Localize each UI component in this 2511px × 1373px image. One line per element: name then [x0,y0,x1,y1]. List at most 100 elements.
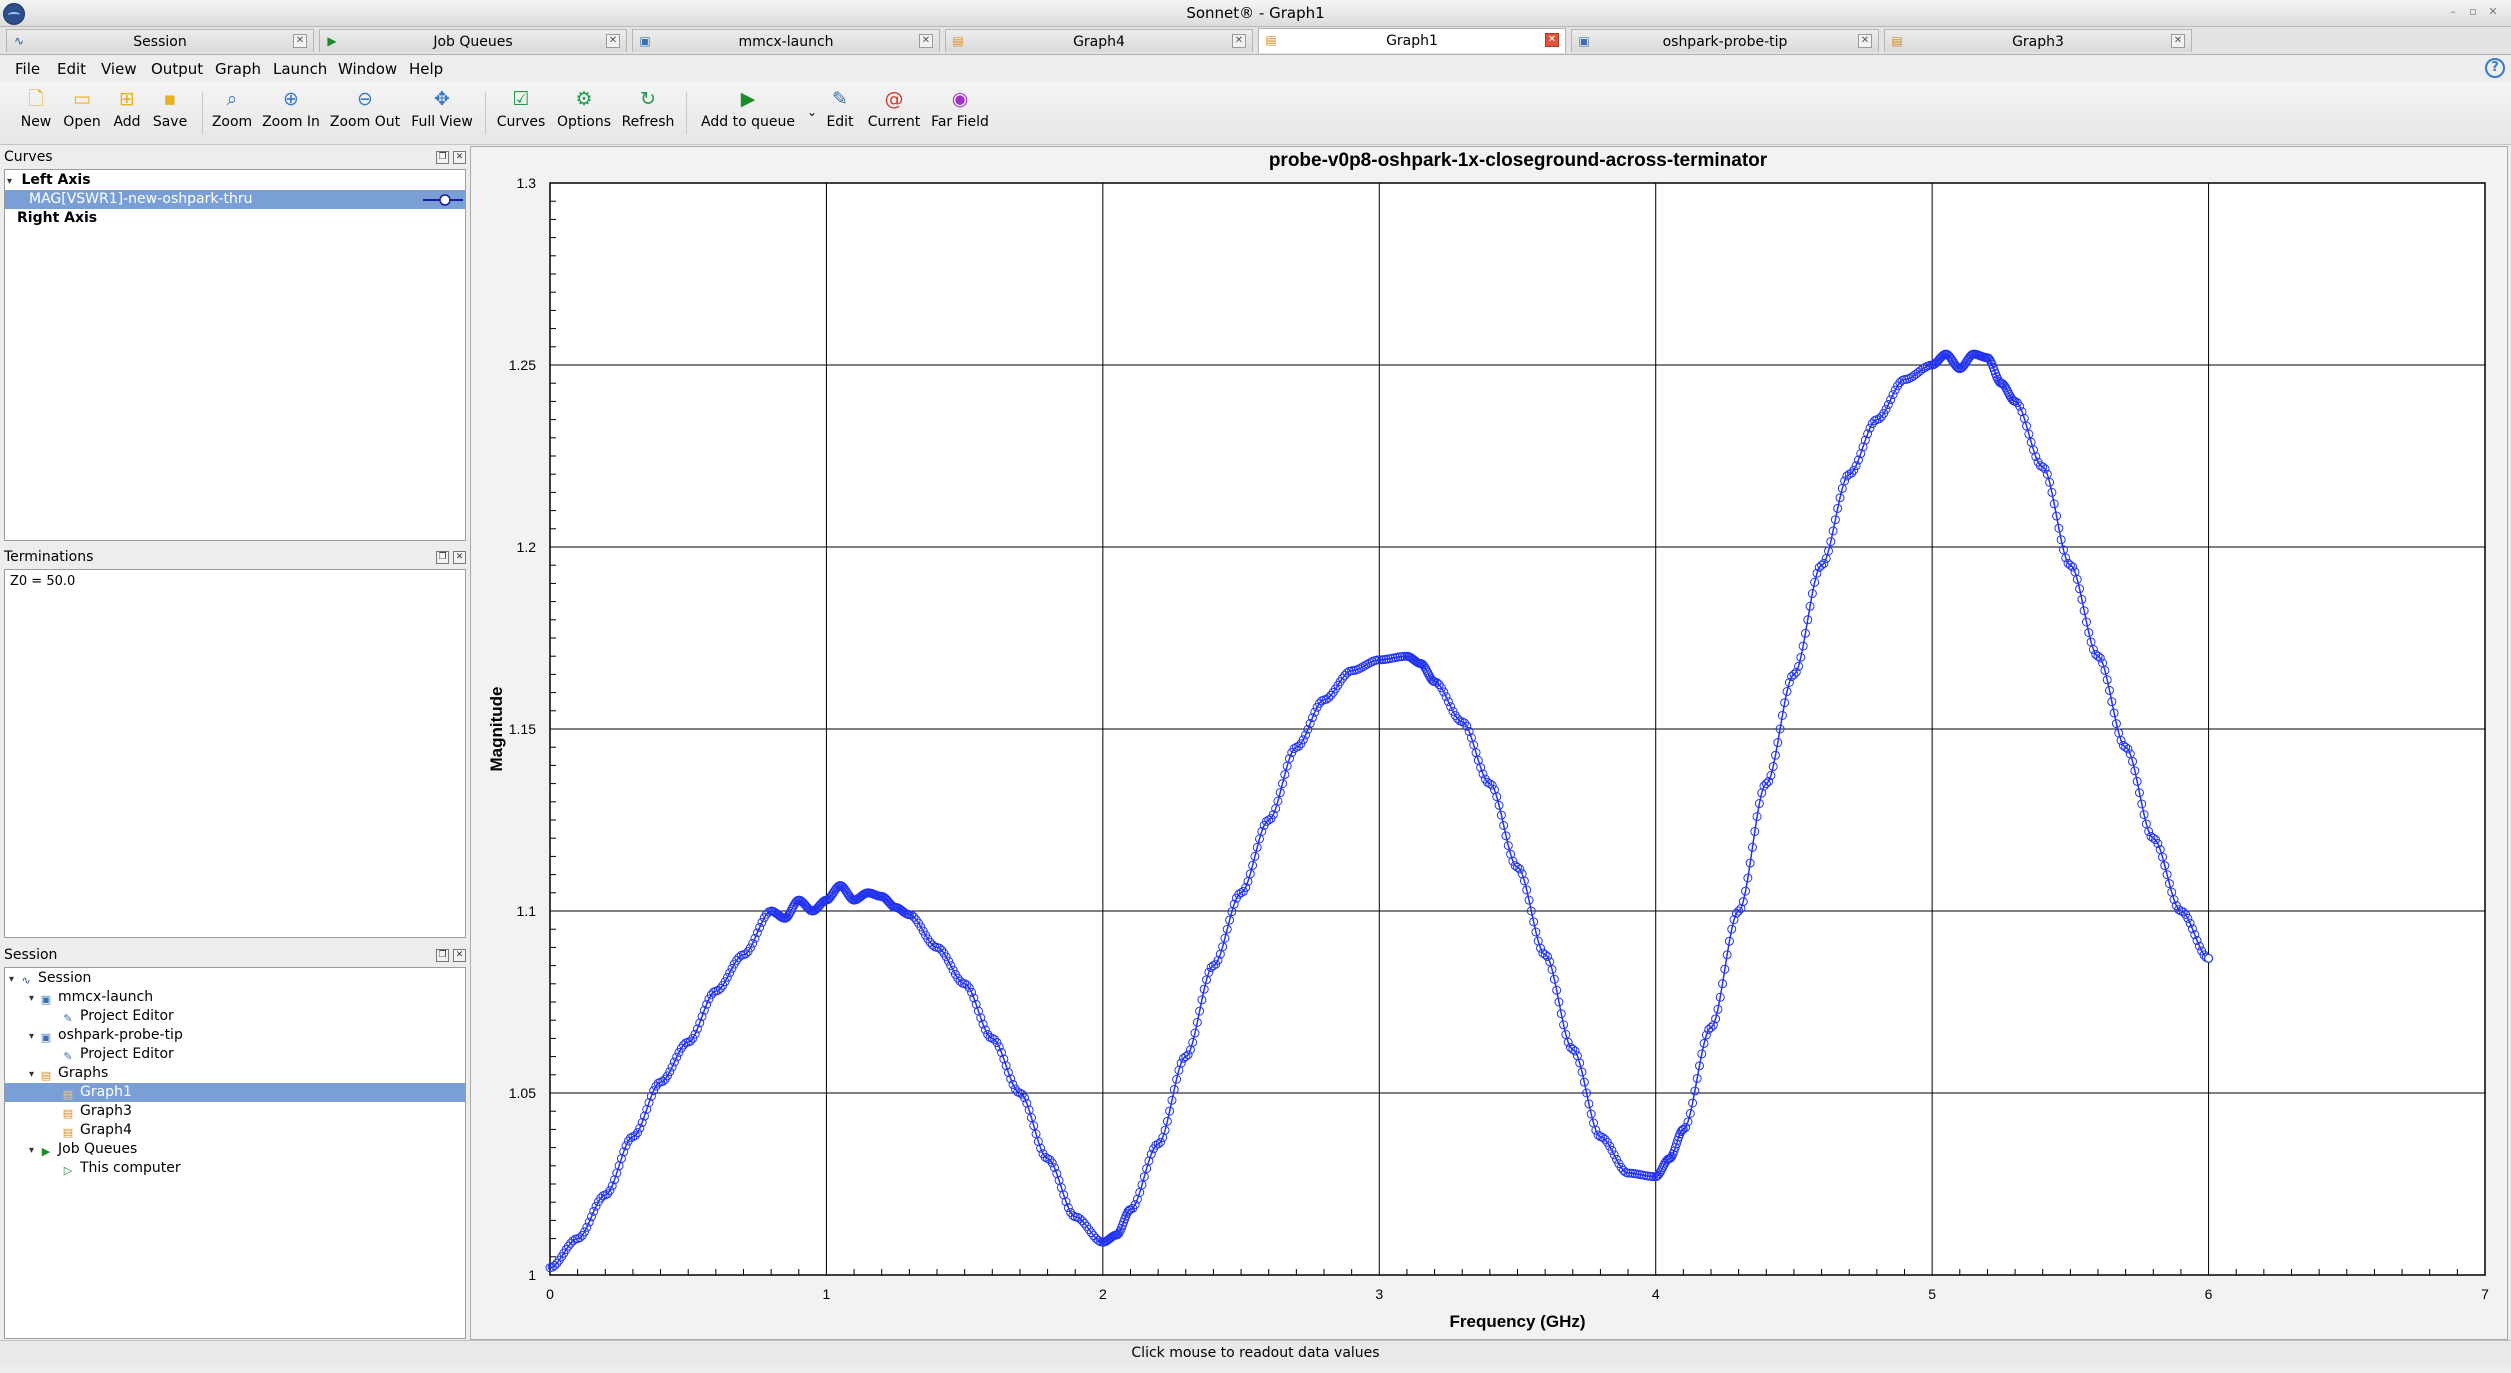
add-label: Add [113,114,141,130]
y-tick-label: 1.1 [517,903,537,919]
menu-graph[interactable]: Graph [215,60,261,78]
new-button[interactable]: 🗋 New [18,88,54,130]
end-marker [2203,953,2214,963]
add-to-queue-button[interactable]: ▶ Add to queue [698,88,798,130]
tab-label: Graph3 [2012,34,2064,50]
current-label: Current [867,114,921,130]
tab-job-queues[interactable]: ▶ Job Queues ✕ [319,29,627,52]
close-tab-icon[interactable]: ✕ [606,34,620,48]
tree-label: Graph3 [80,1103,132,1119]
expand-triangle-icon[interactable]: ▾ [29,1141,39,1160]
float-panel-icon[interactable]: ❐ [436,949,449,962]
tree-item-oshpark-probe-tip[interactable]: ▾ ▣ oshpark-probe-tip [29,1026,183,1045]
close-tab-icon[interactable]: ✕ [919,34,933,48]
full-view-button[interactable]: ✥ Full View [409,88,475,130]
zoom-in-button[interactable]: ⊕ Zoom In [260,88,322,130]
curves-button[interactable]: ☑ Curves [494,88,548,130]
far-field-label: Far Field [931,114,989,130]
options-button[interactable]: ⚙ Options [554,88,614,130]
close-tab-icon[interactable]: ✕ [1232,34,1246,48]
open-button[interactable]: ▭ Open [62,88,102,130]
float-panel-icon[interactable]: ❐ [436,151,449,164]
tree-item-this-computer[interactable]: ▷ This computer [61,1159,181,1178]
tab-graph4[interactable]: ▤ Graph4 ✕ [945,29,1253,52]
y-tick-label: 1.25 [509,357,536,373]
close-tab-icon[interactable]: ✕ [1858,34,1872,48]
menu-output[interactable]: Output [151,60,203,78]
em-queue-icon: ▶ [41,1145,51,1158]
menu-window[interactable]: Window [338,60,397,78]
current-button[interactable]: @ Current [866,88,922,130]
close-window-icon[interactable]: ✕ [2487,6,2499,17]
terminations-panel-title: Terminations [4,549,94,565]
tab-session[interactable]: ∿ Session ✕ [6,29,314,52]
tree-label: Graphs [58,1065,109,1081]
main-toolbar: 🗋 New ▭ Open ⊞ Add ▪ Save ⌕ Zoom ⊕ Zoom … [0,82,2511,145]
tab-label: oshpark-probe-tip [1662,34,1788,50]
tree-item-project-editor[interactable]: ✎ Project Editor [61,1045,173,1064]
expand-triangle-icon[interactable]: ▾ [9,970,19,989]
close-panel-icon[interactable]: ✕ [453,551,466,564]
close-panel-icon[interactable]: ✕ [453,151,466,164]
maximize-icon[interactable]: ▫ [2467,6,2479,17]
close-tab-icon[interactable]: ✕ [293,34,307,48]
curves-label: Curves [496,114,546,130]
y-tick-label: 1.05 [509,1085,536,1101]
tree-item-project-editor[interactable]: ✎ Project Editor [61,1007,174,1026]
vswr-chart[interactable]: probe-v0p8-oshpark-1x-closeground-across… [470,146,2506,1338]
far-field-button[interactable]: ◉ Far Field [930,88,990,130]
session-tree: ▾ ∿ Session ▾ ▣ mmcx-launch ✎ Project Editor … [4,967,466,1339]
project-icon: ▣ [40,1031,52,1044]
tree-item-graph4[interactable]: ▤ Graph4 [61,1121,132,1140]
chart-title: probe-v0p8-oshpark-1x-closeground-across… [1269,150,1768,171]
close-tab-icon[interactable]: ✕ [2171,34,2185,48]
menu-help[interactable]: Help [409,60,443,78]
close-tab-icon[interactable]: ✕ [1545,33,1559,47]
zoom-out-button[interactable]: ⊖ Zoom Out [329,88,401,130]
tree-item-mmcx-launch[interactable]: ▾ ▣ mmcx-launch [29,988,153,1007]
left-axis-node[interactable]: ▾ Left Axis [7,171,91,190]
tree-item-job-queues[interactable]: ▾ ▶ Job Queues [29,1140,137,1159]
minimize-icon[interactable]: – [2447,6,2459,17]
menu-file[interactable]: File [15,60,40,78]
expand-triangle-icon[interactable]: ▾ [29,989,39,1008]
x-tick-label: 6 [2205,1286,2213,1302]
project-editor-icon: ✎ [63,1050,73,1063]
float-panel-icon[interactable]: ❐ [436,551,449,564]
menu-edit[interactable]: Edit [57,60,86,78]
zoom-button[interactable]: ⌕ Zoom [210,88,254,130]
save-icon: ▪ [163,88,177,110]
context-help-icon[interactable]: ? [2485,58,2505,78]
menu-launch[interactable]: Launch [273,60,327,78]
tree-item-graph3[interactable]: ▤ Graph3 [61,1102,132,1121]
tab-graph1[interactable]: ▤ Graph1 ✕ [1258,28,1566,53]
add-folder-icon: ⊞ [119,88,135,110]
tree-item-graphs[interactable]: ▾ ▤ Graphs [29,1064,108,1083]
save-button[interactable]: ▪ Save [150,88,190,130]
expand-triangle-icon[interactable]: ▾ [7,172,17,191]
tab-oshpark-probe-tip[interactable]: ▣ oshpark-probe-tip ✕ [1571,29,1879,52]
refresh-button[interactable]: ↻ Refresh [620,88,676,130]
menu-view[interactable]: View [101,60,137,78]
tab-label: Graph1 [1386,33,1438,49]
close-panel-icon[interactable]: ✕ [453,949,466,962]
curves-panel-header: Curves ❐ ✕ [4,149,466,167]
expand-triangle-icon[interactable]: ▾ [29,1027,39,1046]
tab-mmcx-launch[interactable]: ▣ mmcx-launch ✕ [632,29,940,52]
tree-item-graph1[interactable]: ▤ Graph1 [5,1083,465,1102]
curve-row-selected[interactable]: MAG[VSWR1]-new-oshpark-thru [5,190,465,209]
tree-item-session[interactable]: ▾ ∿ Session [9,969,91,988]
x-tick-label: 5 [1928,1286,1936,1302]
x-tick-label: 7 [2481,1286,2489,1302]
toolbar-separator [485,92,486,134]
expand-triangle-icon[interactable]: ▾ [29,1065,39,1084]
tree-label: Project Editor [80,1008,174,1024]
add-button[interactable]: ⊞ Add [110,88,144,130]
tab-graph3[interactable]: ▤ Graph3 ✕ [1884,29,2192,52]
session-icon: ∿ [21,974,31,987]
queue-dropdown-button[interactable]: ⌄ [800,104,824,120]
graph-icon: ▤ [62,1088,74,1101]
edit-button[interactable]: ✎ Edit [822,88,858,130]
open-label: Open [63,114,101,130]
right-axis-node[interactable]: Right Axis [17,209,97,228]
